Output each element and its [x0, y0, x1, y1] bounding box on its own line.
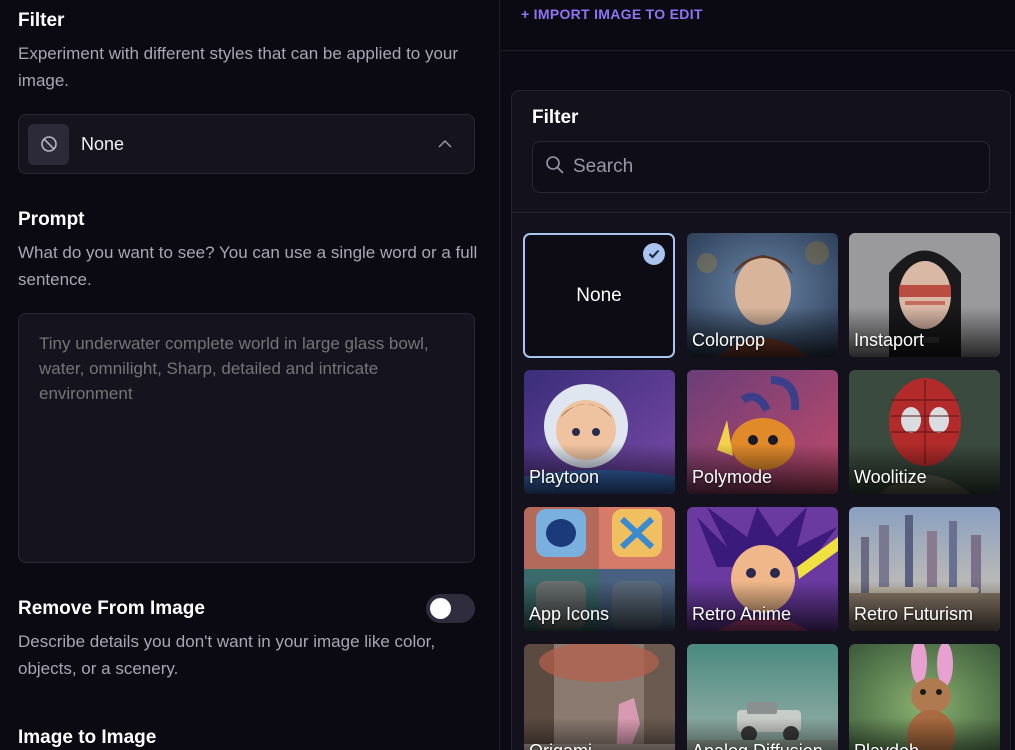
tile-label: Playtoon — [529, 467, 600, 487]
chevron-up-icon — [438, 135, 452, 153]
remove-toggle[interactable] — [426, 594, 475, 623]
tile-label: Colorpop — [692, 330, 766, 350]
remove-title: Remove From Image — [18, 598, 205, 619]
filter-select-value: None — [81, 133, 125, 154]
filter-select[interactable]: None — [18, 114, 475, 174]
tile-label: Playdoh — [854, 741, 919, 750]
filter-panel: Filter None Colorpop — [511, 90, 1011, 750]
tile-label: Instaport — [854, 330, 925, 350]
tile-label: Origami — [529, 741, 592, 750]
search-icon — [545, 155, 565, 180]
import-image-button[interactable]: + IMPORT IMAGE TO EDIT — [521, 6, 703, 22]
tile-label: App Icons — [529, 604, 610, 624]
tile-label: Retro Anime — [692, 604, 792, 624]
filter-tile-analog-diffusion[interactable]: Analog Diffusion — [687, 644, 838, 750]
filter-tile-app-icons[interactable]: App Icons — [524, 507, 675, 631]
filter-tile-none[interactable]: None — [523, 233, 675, 358]
tile-label: Retro Futurism — [854, 604, 974, 624]
search-input[interactable] — [573, 156, 973, 178]
settings-column: Filter Experiment with different styles … — [0, 0, 500, 750]
tile-label: Analog Diffusion — [692, 741, 823, 750]
remove-description: Describe details you don't want in your … — [18, 632, 436, 678]
search-box[interactable] — [532, 141, 990, 193]
check-icon — [643, 243, 665, 265]
prompt-description: What do you want to see? You can use a s… — [18, 243, 478, 289]
filter-title: Filter — [18, 10, 65, 31]
image-header: + IMPORT IMAGE TO EDIT — [501, 0, 1015, 51]
toggle-knob — [430, 598, 451, 619]
filter-tile-woolitize[interactable]: Woolitize — [849, 370, 1000, 494]
filter-tile-playtoon[interactable]: Playtoon — [524, 370, 675, 494]
tile-label: Polymode — [692, 467, 773, 487]
filter-tile-instaport[interactable]: Instaport — [849, 233, 1000, 357]
filter-tile-playdoh[interactable]: Playdoh — [849, 644, 1000, 750]
filter-tile-retro-futurism[interactable]: Retro Futurism — [849, 507, 1000, 631]
img2img-title: Image to Image — [18, 727, 157, 748]
filter-description: Experiment with different styles that ca… — [18, 44, 459, 90]
filter-tile-polymode[interactable]: Polymode — [687, 370, 838, 494]
filter-tile-origami[interactable]: Origami — [524, 644, 675, 750]
ban-icon — [28, 123, 69, 165]
panel-divider — [512, 212, 1010, 213]
prompt-title: Prompt — [18, 209, 85, 230]
panel-title: Filter — [532, 107, 579, 128]
tile-label: Woolitize — [854, 467, 927, 487]
filter-tile-retro-anime[interactable]: Retro Anime — [687, 507, 838, 631]
filter-tile-colorpop[interactable]: Colorpop — [687, 233, 838, 357]
prompt-input[interactable] — [18, 313, 475, 563]
